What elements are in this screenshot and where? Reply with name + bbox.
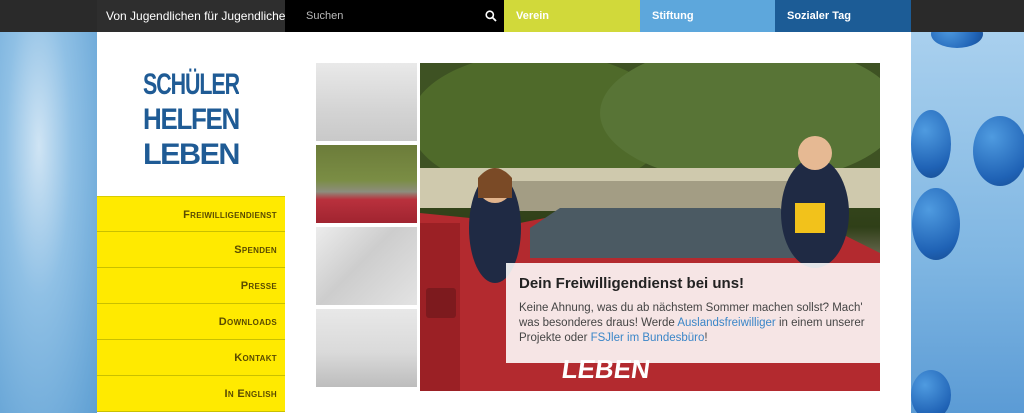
top-bar: Von Jugendlichen für Jugendliche Verein … — [0, 0, 1024, 32]
search-icon[interactable] — [485, 10, 497, 22]
background-sky-left — [0, 32, 97, 413]
nav-item-spenden[interactable]: Spenden — [97, 232, 285, 268]
balloon-decoration — [931, 32, 983, 48]
slider-thumbnail-active[interactable] — [316, 145, 417, 223]
tab-sozialer-tag[interactable]: Sozialer Tag — [775, 0, 911, 32]
hero-slide[interactable]: LEBEN Dein Freiwilligendienst bei uns! K… — [420, 63, 880, 391]
slider-thumbnails — [316, 63, 417, 391]
hero-text-part: ! — [704, 332, 708, 344]
tab-stiftung[interactable]: Stiftung — [640, 0, 775, 32]
site-tagline: Von Jugendlichen für Jugendliche — [97, 0, 285, 32]
sidebar: SCHÜLER HELFEN LEBEN Freiwilligendienst … — [97, 32, 285, 413]
balloon-decoration — [973, 116, 1024, 186]
search-box — [285, 0, 504, 32]
slider-thumbnail[interactable] — [316, 227, 417, 305]
hero-text: Keine Ahnung, was du ab nächstem Sommer … — [519, 301, 868, 346]
svg-text:LEBEN: LEBEN — [143, 138, 239, 168]
link-auslandsfreiwilliger[interactable]: Auslandsfreiwilliger — [677, 317, 775, 329]
nav-item-presse[interactable]: Presse — [97, 268, 285, 304]
balloon-decoration — [912, 188, 960, 260]
hero-title: Dein Freiwilligendienst bei uns! — [519, 275, 745, 292]
svg-text:HELFEN: HELFEN — [143, 103, 239, 136]
tab-verein[interactable]: Verein — [504, 0, 640, 32]
nav-item-in-english[interactable]: In English — [97, 376, 285, 412]
balloon-decoration — [911, 110, 951, 178]
hero-caption: Dein Freiwilligendienst bei uns! Keine A… — [506, 263, 880, 363]
nav-item-freiwilligendienst[interactable]: Freiwilligendienst — [97, 196, 285, 232]
site-logo[interactable]: SCHÜLER HELFEN LEBEN — [143, 68, 239, 168]
nav-item-kontakt[interactable]: Kontakt — [97, 340, 285, 376]
link-fsjler-im-bundesbuero[interactable]: FSJler im Bundesbüro — [591, 332, 705, 344]
main-nav: Freiwilligendienst Spenden Presse Downlo… — [97, 196, 285, 412]
background-balloons-right — [911, 32, 1024, 413]
search-input[interactable] — [285, 0, 475, 32]
nav-item-downloads[interactable]: Downloads — [97, 304, 285, 340]
balloon-decoration — [911, 370, 951, 413]
svg-text:SCHÜLER: SCHÜLER — [143, 68, 239, 101]
slider-thumbnail[interactable] — [316, 63, 417, 141]
main-content: LEBEN Dein Freiwilligendienst bei uns! K… — [285, 32, 911, 413]
slider-thumbnail[interactable] — [316, 309, 417, 387]
